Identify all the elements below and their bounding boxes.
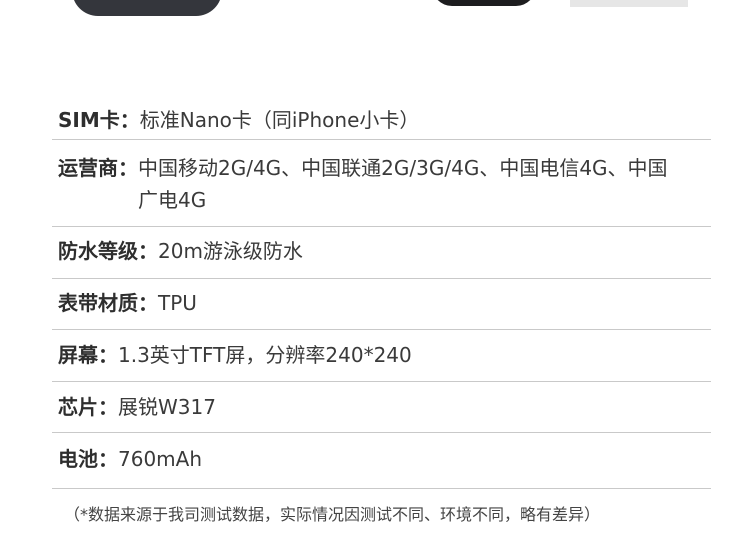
spec-label: 屏幕： — [58, 343, 118, 367]
spec-value: 760mAh — [118, 447, 203, 471]
spec-label: 防水等级： — [58, 239, 158, 263]
spec-label: 芯片： — [58, 395, 118, 419]
product-images-strip — [0, 0, 750, 16]
disclaimer-note: （*数据来源于我司测试数据，实际情况因测试不同、环境不同，略有差异） — [64, 505, 601, 524]
watch-image-middle — [432, 0, 536, 6]
spec-value: 1.3英寸TFT屏，分辨率240*240 — [118, 343, 412, 367]
spec-value: TPU — [158, 291, 197, 315]
spec-row-chip: 芯片： 展锐W317 — [52, 382, 711, 433]
spec-row-waterproof: 防水等级： 20m游泳级防水 — [52, 227, 711, 279]
spec-label: 电池： — [58, 447, 118, 471]
spec-row-battery: 电池： 760mAh — [52, 433, 711, 489]
watch-image-right — [570, 0, 688, 7]
spec-row-screen: 屏幕： 1.3英寸TFT屏，分辨率240*240 — [52, 330, 711, 382]
spec-label: 表带材质： — [58, 291, 158, 315]
spec-value: 20m游泳级防水 — [158, 239, 303, 263]
spec-row-strap: 表带材质： TPU — [52, 279, 711, 330]
spec-label: 运营商： — [58, 156, 138, 180]
spec-value: 中国移动2G/4G、中国联通2G/3G/4G、中国电信4G、中国广电4G — [138, 156, 668, 212]
spec-row-carrier: 运营商： 中国移动2G/4G、中国联通2G/3G/4G、中国电信4G、中国广电4… — [52, 140, 711, 227]
spec-value: 展锐W317 — [118, 395, 216, 419]
spec-value: 标准Nano卡（同iPhone小卡） — [139, 108, 420, 132]
spec-row-sim: SIM卡： 标准Nano卡（同iPhone小卡） — [52, 95, 711, 140]
spec-list: SIM卡： 标准Nano卡（同iPhone小卡） 运营商： 中国移动2G/4G、… — [52, 95, 711, 489]
spec-label: SIM卡： — [58, 108, 140, 132]
watch-image-left — [72, 0, 222, 16]
